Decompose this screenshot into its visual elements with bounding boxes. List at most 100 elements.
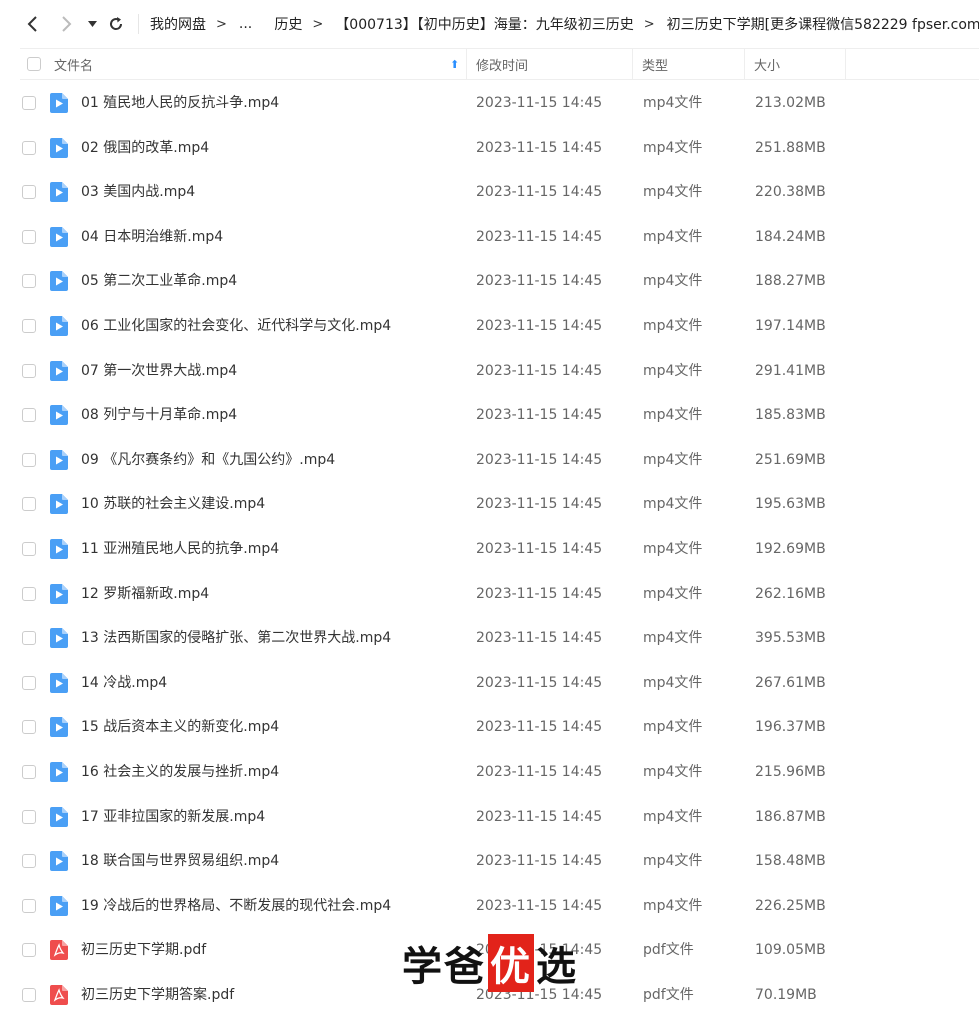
table-row[interactable]: 14 冷战.mp4 2023-11-15 14:45 mp4文件 267.61MB bbox=[20, 661, 979, 706]
column-header-time[interactable]: 修改时间 bbox=[476, 49, 528, 79]
table-row[interactable]: 09 《凡尔赛条约》和《九国公约》.mp4 2023-11-15 14:45 mp4… bbox=[20, 438, 979, 483]
file-name[interactable]: 03 美国内战.mp4 bbox=[81, 170, 195, 215]
row-checkbox[interactable] bbox=[22, 586, 36, 601]
video-file-icon bbox=[50, 137, 68, 158]
row-checkbox[interactable] bbox=[22, 809, 36, 824]
file-name[interactable]: 07 第一次世界大战.mp4 bbox=[81, 349, 237, 394]
back-button[interactable] bbox=[20, 0, 44, 48]
sort-ascending-icon[interactable]: ⬆ bbox=[450, 49, 459, 79]
table-row[interactable]: 02 俄国的改革.mp4 2023-11-15 14:45 mp4文件 251.88M… bbox=[20, 126, 979, 171]
select-all-checkbox[interactable] bbox=[27, 57, 41, 71]
file-type: mp4文件 bbox=[643, 808, 703, 825]
row-checkbox[interactable] bbox=[22, 140, 36, 155]
pdf-file-icon bbox=[50, 984, 68, 1005]
pdf-file-icon bbox=[50, 940, 68, 961]
row-checkbox[interactable] bbox=[22, 631, 36, 646]
row-checkbox[interactable] bbox=[22, 943, 36, 958]
table-row[interactable]: 18 联合国与世界贸易组织.mp4 2023-11-15 14:45 mp4文件 15… bbox=[20, 839, 979, 884]
file-name[interactable]: 16 社会主义的发展与挫折.mp4 bbox=[81, 750, 279, 795]
table-row[interactable]: 11 亚洲殖民地人民的抗争.mp4 2023-11-15 14:45 mp4文件 19… bbox=[20, 527, 979, 572]
file-name[interactable]: 02 俄国的改革.mp4 bbox=[81, 126, 209, 171]
breadcrumb-item[interactable]: 我的网盘 bbox=[150, 14, 206, 34]
table-row[interactable]: 01 殖民地人民的反抗斗争.mp4 2023-11-15 14:45 mp4文件 21… bbox=[20, 81, 979, 126]
table-row[interactable]: 15 战后资本主义的新变化.mp4 2023-11-15 14:45 mp4文件 19… bbox=[20, 705, 979, 750]
row-checkbox[interactable] bbox=[22, 363, 36, 378]
row-checkbox[interactable] bbox=[22, 408, 36, 423]
file-name[interactable]: 10 苏联的社会主义建设.mp4 bbox=[81, 482, 265, 527]
row-checkbox[interactable] bbox=[22, 720, 36, 735]
table-row[interactable]: 04 日本明治维新.mp4 2023-11-15 14:45 mp4文件 184.24… bbox=[20, 215, 979, 260]
row-checkbox[interactable] bbox=[22, 229, 36, 244]
chevron-right-icon: > bbox=[216, 16, 227, 32]
column-header-type[interactable]: 类型 bbox=[642, 49, 668, 79]
row-checkbox[interactable] bbox=[22, 96, 36, 110]
row-checkbox[interactable] bbox=[22, 274, 36, 289]
video-file-icon bbox=[50, 226, 68, 247]
file-name[interactable]: 05 第二次工业革命.mp4 bbox=[81, 259, 237, 304]
file-type: pdf文件 bbox=[643, 986, 694, 1003]
row-checkbox[interactable] bbox=[22, 541, 36, 556]
breadcrumb-item[interactable]: 【000713】【初中历史】海量：九年级初三历史 bbox=[335, 14, 633, 34]
file-name[interactable]: 08 列宁与十月革命.mp4 bbox=[81, 393, 237, 438]
breadcrumb-item[interactable]: ... bbox=[239, 16, 252, 32]
caret-down-icon bbox=[87, 21, 97, 27]
file-modified-time: 2023-11-15 14:45 bbox=[476, 139, 603, 156]
file-name[interactable]: 09 《凡尔赛条约》和《九国公约》.mp4 bbox=[81, 438, 335, 483]
table-row[interactable]: 16 社会主义的发展与挫折.mp4 2023-11-15 14:45 mp4文件 21… bbox=[20, 750, 979, 795]
file-name[interactable]: 15 战后资本主义的新变化.mp4 bbox=[81, 705, 279, 750]
row-checkbox[interactable] bbox=[22, 987, 36, 1002]
table-row[interactable]: 17 亚非拉国家的新发展.mp4 2023-11-15 14:45 mp4文件 186… bbox=[20, 795, 979, 840]
refresh-button[interactable] bbox=[106, 0, 126, 48]
row-checkbox[interactable] bbox=[22, 497, 36, 512]
file-name[interactable]: 06 工业化国家的社会变化、近代科学与文化.mp4 bbox=[81, 304, 391, 349]
table-row[interactable]: 08 列宁与十月革命.mp4 2023-11-15 14:45 mp4文件 185.8… bbox=[20, 393, 979, 438]
table-row[interactable]: 19 冷战后的世界格局、不断发展的现代社会.mp4 2023-11-15 14:4… bbox=[20, 884, 979, 929]
table-row[interactable]: 13 法西斯国家的侵略扩张、第二次世界大战.mp4 2023-11-15 14:4… bbox=[20, 616, 979, 661]
history-dropdown-button[interactable] bbox=[84, 0, 100, 48]
file-name[interactable]: 14 冷战.mp4 bbox=[81, 661, 167, 706]
video-file-icon bbox=[50, 93, 68, 113]
file-name[interactable]: 初三历史下学期答案.pdf bbox=[81, 973, 234, 1018]
table-row[interactable]: 12 罗斯福新政.mp4 2023-11-15 14:45 mp4文件 262.16M… bbox=[20, 572, 979, 617]
table-row[interactable]: 07 第一次世界大战.mp4 2023-11-15 14:45 mp4文件 291.4… bbox=[20, 349, 979, 394]
column-header-size[interactable]: 大小 bbox=[754, 49, 780, 79]
row-checkbox[interactable] bbox=[22, 452, 36, 467]
file-name[interactable]: 12 罗斯福新政.mp4 bbox=[81, 572, 209, 617]
file-size: 262.16MB bbox=[755, 585, 826, 602]
watermark: 学爸 优 选 bbox=[402, 934, 578, 992]
file-name[interactable]: 17 亚非拉国家的新发展.mp4 bbox=[81, 795, 265, 840]
file-size: 158.48MB bbox=[755, 853, 826, 870]
row-checkbox[interactable] bbox=[22, 185, 36, 200]
table-row[interactable]: 06 工业化国家的社会变化、近代科学与文化.mp4 2023-11-15 14:4… bbox=[20, 304, 979, 349]
file-size: 185.83MB bbox=[755, 407, 826, 424]
file-modified-time: 2023-11-15 14:45 bbox=[476, 897, 603, 914]
breadcrumb-item[interactable]: 历史 bbox=[274, 14, 302, 34]
file-type: mp4文件 bbox=[643, 362, 703, 379]
file-name[interactable]: 11 亚洲殖民地人民的抗争.mp4 bbox=[81, 527, 279, 572]
row-checkbox[interactable] bbox=[22, 764, 36, 779]
file-name[interactable]: 13 法西斯国家的侵略扩张、第二次世界大战.mp4 bbox=[81, 616, 391, 661]
watermark-text-end: 选 bbox=[536, 944, 578, 990]
file-size: 186.87MB bbox=[755, 808, 826, 825]
file-name[interactable]: 初三历史下学期.pdf bbox=[81, 928, 206, 973]
file-name[interactable]: 19 冷战后的世界格局、不断发展的现代社会.mp4 bbox=[81, 884, 391, 929]
file-size: 197.14MB bbox=[755, 317, 826, 334]
table-row[interactable]: 03 美国内战.mp4 2023-11-15 14:45 mp4文件 220.38MB bbox=[20, 170, 979, 215]
breadcrumb-item-current[interactable]: 初三历史下学期[更多课程微信582229 fpser.com] bbox=[667, 14, 979, 34]
file-modified-time: 2023-11-15 14:45 bbox=[476, 763, 603, 780]
file-name[interactable]: 04 日本明治维新.mp4 bbox=[81, 215, 223, 260]
file-name[interactable]: 18 联合国与世界贸易组织.mp4 bbox=[81, 839, 279, 884]
row-checkbox[interactable] bbox=[22, 854, 36, 869]
row-checkbox[interactable] bbox=[22, 318, 36, 333]
file-type: mp4文件 bbox=[643, 95, 703, 111]
table-row[interactable]: 10 苏联的社会主义建设.mp4 2023-11-15 14:45 mp4文件 195… bbox=[20, 482, 979, 527]
column-header-name[interactable]: 文件名 bbox=[54, 49, 93, 79]
row-checkbox[interactable] bbox=[22, 898, 36, 913]
file-name[interactable]: 01 殖民地人民的反抗斗争.mp4 bbox=[81, 81, 279, 126]
forward-button[interactable] bbox=[55, 0, 79, 48]
chevron-right-icon bbox=[62, 16, 72, 32]
row-checkbox[interactable] bbox=[22, 675, 36, 690]
table-row[interactable]: 05 第二次工业革命.mp4 2023-11-15 14:45 mp4文件 188.2… bbox=[20, 259, 979, 304]
video-file-icon bbox=[50, 672, 68, 693]
column-divider bbox=[744, 49, 745, 79]
